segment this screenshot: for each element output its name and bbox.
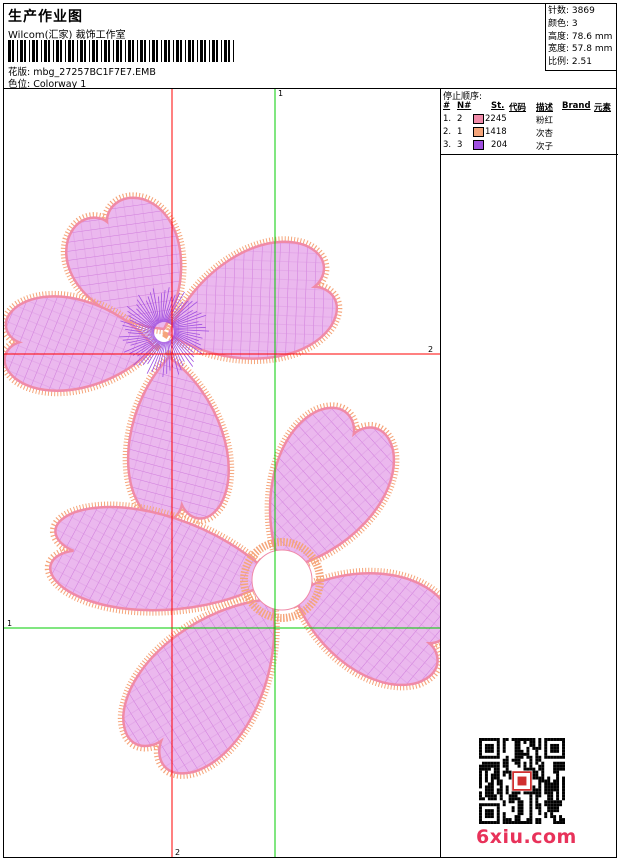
barcode (8, 40, 234, 62)
color-swatch (473, 127, 484, 137)
page-title: 生产作业图 (8, 9, 83, 25)
stats-divider (545, 70, 617, 71)
col-brand: Brand (562, 101, 591, 111)
qr-code (479, 738, 565, 824)
col-index: # (443, 101, 451, 111)
col-element: 元素 (594, 103, 612, 113)
guide-label-top: 1 (278, 89, 283, 98)
sequence-row: 3. 3 204 次子 (443, 140, 554, 152)
col-desc: 描述 (536, 103, 554, 113)
stat-colors: 颜色: 3 (548, 18, 578, 29)
header: 生产作业图 Wilcom(汇家) 裁饰工作室 花版: mbg_27257BC1F… (4, 4, 546, 90)
stat-scale: 比例: 2.51 (548, 57, 592, 68)
site-logo: 6xiu.com (476, 826, 577, 848)
studio-name: Wilcom(汇家) 裁饰工作室 (8, 30, 126, 41)
embroidery-canvas: 1 2 1 2 (4, 89, 440, 857)
color-swatch (473, 140, 484, 150)
petal (122, 349, 235, 528)
stat-width: 宽度: 57.8 mm (548, 44, 613, 55)
col-code: 代码 (509, 103, 527, 113)
color-swatch (473, 114, 484, 124)
sequence-row: 1. 2 2245 粉红 (443, 114, 554, 126)
guide-label-right: 2 (428, 345, 433, 354)
stats-panel: 针数: 3869 颜色: 3 高度: 78.6 mm 宽度: 57.8 mm 比… (545, 4, 617, 70)
sequence-divider (441, 154, 618, 155)
col-needle: N# (457, 101, 472, 111)
col-stitches: St. (491, 101, 505, 111)
guide-label-bottom: 2 (175, 848, 180, 857)
guide-label-left: 1 (7, 619, 12, 628)
sequence-row: 2. 1 1418 次杏 (443, 127, 554, 139)
stat-height: 高度: 78.6 mm (548, 31, 613, 42)
stat-stitches: 针数: 3869 (548, 6, 595, 16)
